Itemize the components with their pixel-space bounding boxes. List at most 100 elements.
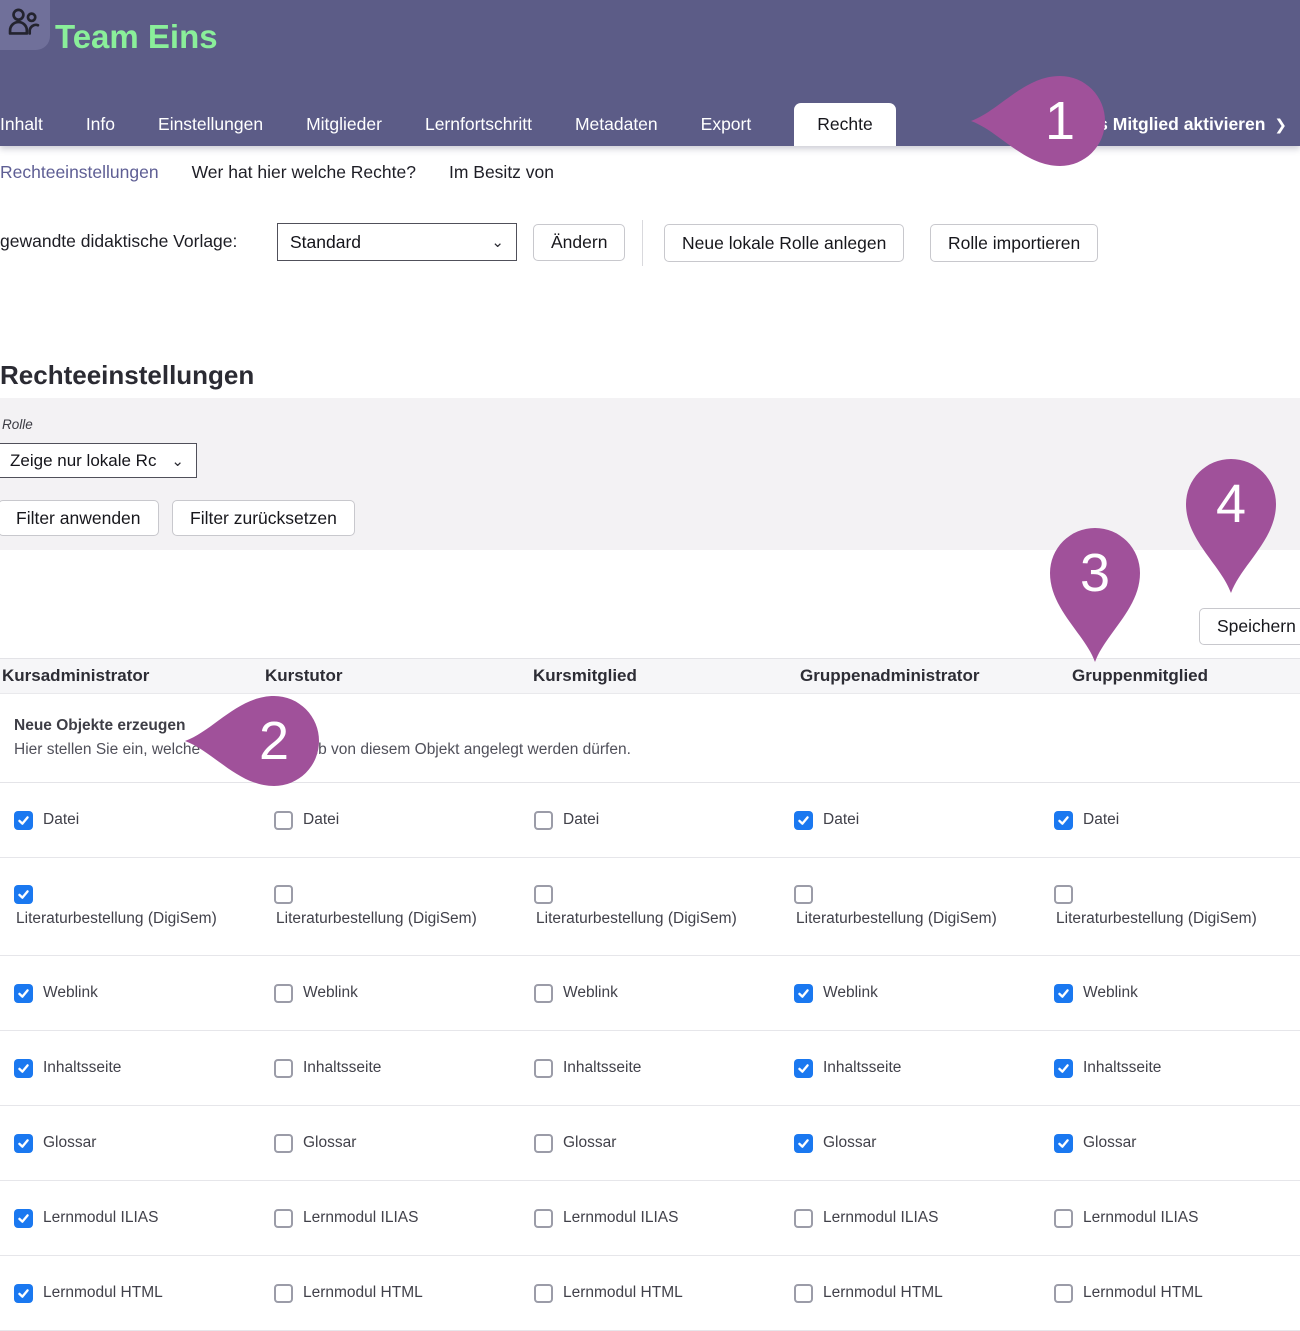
cell-glossar-kursmitglied: Glossar — [520, 1106, 780, 1180]
change-template-button[interactable]: Ändern — [533, 224, 625, 261]
checkbox-lernmodul-ilias-kursmitglied[interactable] — [534, 1209, 553, 1228]
checkbox-glossar-kursadministrator[interactable] — [14, 1134, 33, 1153]
didactic-template-select[interactable]: Standard ⌄ — [277, 223, 517, 261]
callout-4: 4 — [1183, 455, 1279, 595]
checkbox-inhaltsseite-kurstutor[interactable] — [274, 1059, 293, 1078]
save-button[interactable]: Speichern — [1199, 608, 1300, 645]
filter-reset-button[interactable]: Filter zurücksetzen — [172, 500, 355, 536]
checkbox-literaturbestellung-digisem-gruppenadministrator[interactable] — [794, 885, 813, 904]
row-label: Glossar — [43, 1134, 96, 1152]
checkbox-datei-gruppenmitglied[interactable] — [1054, 811, 1073, 830]
column-header-kursmitglied: Kursmitglied — [533, 659, 637, 693]
tab-mitglieder[interactable]: Mitglieder — [306, 103, 382, 146]
checkbox-inhaltsseite-gruppenmitglied[interactable] — [1054, 1059, 1073, 1078]
chevron-right-icon: ❯ — [1274, 116, 1287, 134]
didactic-template-bar: gewandte didaktische Vorlage: Standard ⌄… — [0, 220, 1300, 266]
checkbox-lernmodul-ilias-kursadministrator[interactable] — [14, 1209, 33, 1228]
filter-apply-button[interactable]: Filter anwenden — [0, 500, 159, 536]
row-label: Inhaltsseite — [303, 1059, 381, 1077]
row-label: Inhaltsseite — [563, 1059, 641, 1077]
cell-lernmodul-ilias-kurstutor: Lernmodul ILIAS — [260, 1181, 520, 1255]
row-label: Literaturbestellung (DigiSem) — [796, 910, 997, 928]
cell-lernmodul-html-kurstutor: Lernmodul HTML — [260, 1256, 520, 1330]
chevron-down-icon: ⌄ — [491, 233, 504, 251]
table-row-lernmodul-ilias: Lernmodul ILIAS Lernmodul ILIAS Lernmodul … — [0, 1181, 1300, 1256]
checkbox-datei-gruppenadministrator[interactable] — [794, 811, 813, 830]
tab-bar: Inhalt Info Einstellungen Mitglieder Lernfor… — [0, 103, 896, 146]
tab-rechte[interactable]: Rechte — [794, 103, 895, 146]
checkbox-datei-kurstutor[interactable] — [274, 811, 293, 830]
cell-weblink-kursadministrator: Weblink — [0, 956, 260, 1030]
cell-literaturbestellung-digisem-kursmitglied: Literaturbestellung (DigiSem) — [520, 858, 780, 955]
subtab-rechteeinstellungen[interactable]: Rechteeinstellungen — [0, 162, 159, 183]
subtab-im-besitz-von[interactable]: Im Besitz von — [449, 162, 554, 183]
overflow-tab-mitglied-aktivieren[interactable]: s Mitglied aktivieren ❯ — [1098, 103, 1287, 146]
callout-number: 4 — [1183, 477, 1279, 531]
cell-weblink-gruppenmitglied: Weblink — [1040, 956, 1300, 1030]
vertical-divider — [642, 220, 643, 266]
checkbox-weblink-kursadministrator[interactable] — [14, 984, 33, 1003]
import-role-button[interactable]: Rolle importieren — [930, 224, 1098, 262]
tab-lernfortschritt[interactable]: Lernfortschritt — [425, 103, 532, 146]
row-label: Weblink — [563, 984, 618, 1002]
didactic-template-select-value: Standard — [290, 232, 361, 253]
row-label: Literaturbestellung (DigiSem) — [276, 910, 477, 928]
subtab-wer-hat-hier-welche-rechte[interactable]: Wer hat hier welche Rechte? — [192, 162, 416, 183]
row-label: Glossar — [1083, 1134, 1136, 1152]
checkbox-literaturbestellung-digisem-kursadministrator[interactable] — [14, 885, 33, 904]
checkbox-weblink-kurstutor[interactable] — [274, 984, 293, 1003]
checkbox-lernmodul-ilias-gruppenadministrator[interactable] — [794, 1209, 813, 1228]
cell-datei-kurstutor: Datei — [260, 783, 520, 857]
row-label: Weblink — [43, 984, 98, 1002]
checkbox-lernmodul-ilias-gruppenmitglied[interactable] — [1054, 1209, 1073, 1228]
checkbox-glossar-gruppenmitglied[interactable] — [1054, 1134, 1073, 1153]
didactic-template-label: gewandte didaktische Vorlage: — [0, 231, 237, 252]
row-label: Inhaltsseite — [43, 1059, 121, 1077]
cell-lernmodul-html-kursadministrator: Lernmodul HTML — [0, 1256, 260, 1330]
new-local-role-button[interactable]: Neue lokale Rolle anlegen — [664, 224, 904, 262]
checkbox-inhaltsseite-gruppenadministrator[interactable] — [794, 1059, 813, 1078]
callout-3: 3 — [1047, 524, 1143, 664]
row-label: Literaturbestellung (DigiSem) — [536, 910, 737, 928]
cell-inhaltsseite-gruppenadministrator: Inhaltsseite — [780, 1031, 1040, 1105]
row-label: Weblink — [303, 984, 358, 1002]
checkbox-inhaltsseite-kursadministrator[interactable] — [14, 1059, 33, 1078]
checkbox-datei-kursadministrator[interactable] — [14, 811, 33, 830]
row-label: Lernmodul HTML — [563, 1284, 683, 1302]
tab-metadaten[interactable]: Metadaten — [575, 103, 658, 146]
row-label: Datei — [563, 811, 599, 829]
tab-info[interactable]: Info — [86, 103, 115, 146]
checkbox-glossar-kurstutor[interactable] — [274, 1134, 293, 1153]
tab-export[interactable]: Export — [701, 103, 752, 146]
permission-rows: DateiDateiDateiDateiDateiLiteraturbestel… — [0, 783, 1300, 1331]
column-header-gruppenmitglied: Gruppenmitglied — [1072, 659, 1208, 693]
tab-inhalt[interactable]: Inhalt — [0, 103, 43, 146]
cell-weblink-kurstutor: Weblink — [260, 956, 520, 1030]
callout-number: 3 — [1047, 546, 1143, 600]
checkbox-datei-kursmitglied[interactable] — [534, 811, 553, 830]
checkbox-literaturbestellung-digisem-gruppenmitglied[interactable] — [1054, 885, 1073, 904]
checkbox-lernmodul-ilias-kurstutor[interactable] — [274, 1209, 293, 1228]
cell-inhaltsseite-kursadministrator: Inhaltsseite — [0, 1031, 260, 1105]
checkbox-literaturbestellung-digisem-kurstutor[interactable] — [274, 885, 293, 904]
cell-datei-kursmitglied: Datei — [520, 783, 780, 857]
page-title: Team Eins — [55, 18, 218, 56]
cell-inhaltsseite-kursmitglied: Inhaltsseite — [520, 1031, 780, 1105]
row-label: Datei — [303, 811, 339, 829]
checkbox-glossar-kursmitglied[interactable] — [534, 1134, 553, 1153]
cell-literaturbestellung-digisem-kurstutor: Literaturbestellung (DigiSem) — [260, 858, 520, 955]
role-filter-select[interactable]: Zeige nur lokale Rc ⌄ — [0, 443, 197, 478]
cell-lernmodul-ilias-gruppenadministrator: Lernmodul ILIAS — [780, 1181, 1040, 1255]
checkbox-inhaltsseite-kursmitglied[interactable] — [534, 1059, 553, 1078]
row-label: Lernmodul ILIAS — [1083, 1209, 1198, 1227]
checkbox-weblink-gruppenmitglied[interactable] — [1054, 984, 1073, 1003]
row-label: Lernmodul HTML — [303, 1284, 423, 1302]
checkbox-weblink-gruppenadministrator[interactable] — [794, 984, 813, 1003]
checkbox-literaturbestellung-digisem-kursmitglied[interactable] — [534, 885, 553, 904]
checkbox-weblink-kursmitglied[interactable] — [534, 984, 553, 1003]
cell-inhaltsseite-gruppenmitglied: Inhaltsseite — [1040, 1031, 1300, 1105]
checkbox-glossar-gruppenadministrator[interactable] — [794, 1134, 813, 1153]
row-label: Datei — [1083, 811, 1119, 829]
table-row-lernmodul-html: Lernmodul HTML Lernmodul HTML Lernmodul HT… — [0, 1256, 1300, 1331]
tab-einstellungen[interactable]: Einstellungen — [158, 103, 263, 146]
